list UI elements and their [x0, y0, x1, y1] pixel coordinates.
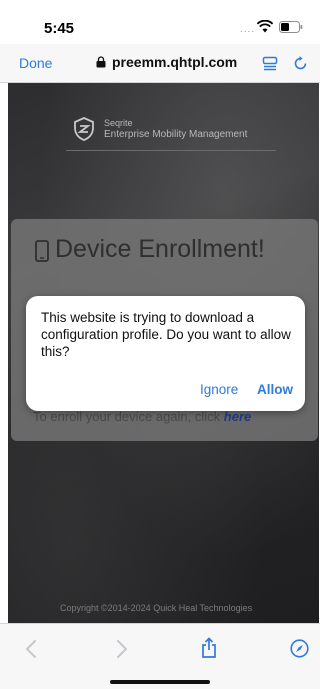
back-icon[interactable] [25, 640, 37, 658]
enroll-here-link[interactable]: here [224, 409, 251, 424]
divider [66, 150, 276, 151]
home-indicator [110, 680, 210, 684]
enrollment-instructions: To enroll your device again, click here [33, 409, 251, 424]
copyright-text: Copyright ©2014-2024 Quick Heal Technolo… [60, 603, 253, 613]
dialog-message: This website is trying to download a con… [41, 310, 291, 359]
ignore-button[interactable]: Ignore [200, 382, 238, 397]
brand-subtitle: Enterprise Mobility Management [104, 129, 248, 140]
allow-button[interactable]: Allow [257, 382, 293, 397]
signal-indicator: .... [240, 24, 256, 35]
status-time: 5:45 [44, 20, 75, 37]
reload-icon[interactable] [293, 56, 308, 71]
enrollment-title: Device Enrollment! [55, 235, 265, 263]
wifi-icon [257, 20, 273, 33]
battery-icon [279, 21, 303, 33]
download-profile-dialog: This website is trying to download a con… [26, 296, 305, 411]
status-bar: 5:45 .... [0, 0, 320, 44]
brand-name: Seqrite [104, 118, 133, 128]
address-bar[interactable]: preemm.qhtpl.com [112, 54, 237, 70]
browser-bottom-toolbar [0, 623, 320, 689]
phone-screen: 5:45 .... Done preemm.qhtpl.com Seqrite … [0, 0, 320, 689]
compass-icon[interactable] [290, 639, 309, 658]
seqrite-logo-icon [74, 117, 94, 141]
forward-icon[interactable] [116, 640, 128, 658]
share-icon[interactable] [200, 637, 218, 659]
browser-toolbar: Done preemm.qhtpl.com [0, 44, 320, 83]
lock-icon [96, 56, 106, 68]
reader-icon[interactable] [262, 56, 278, 72]
enrollment-text: To enroll your device again, click [33, 409, 221, 424]
mobile-device-icon [35, 240, 49, 262]
done-button[interactable]: Done [19, 55, 52, 71]
